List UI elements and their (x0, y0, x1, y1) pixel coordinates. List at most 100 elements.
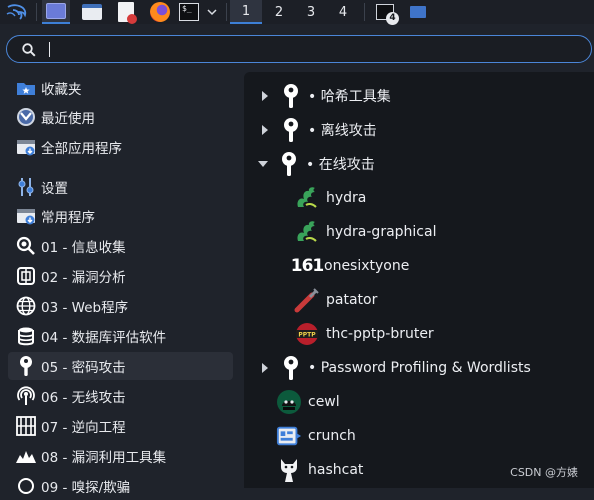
app-label: crunch (308, 428, 356, 444)
category-label: 全部应用程序 (41, 141, 122, 157)
category-label: 收藏夹 (41, 82, 82, 98)
panel-separator (226, 3, 227, 21)
app-hydra[interactable]: hydra (294, 183, 366, 213)
category-all-apps[interactable]: 全部应用程序 (8, 133, 233, 161)
sniff-icon (13, 475, 39, 497)
app-thc-pptp-bruter[interactable]: PPTP thc-pptp-bruter (294, 319, 434, 349)
terminal-icon: $_ (179, 3, 199, 21)
notification-badge: 4 (386, 12, 399, 25)
text-caret (49, 42, 50, 57)
workspace-2[interactable]: 2 (263, 0, 295, 24)
category-common-apps[interactable]: 常用程序 (8, 202, 233, 230)
app-label: onesixtyone (324, 258, 410, 274)
onesixtyone-icon: 161 (290, 256, 324, 276)
workspace-label: 3 (306, 4, 316, 20)
category-sniffing-spoofing[interactable]: 09 - 嗅探/欺骗 (8, 472, 233, 500)
all-apps-icon (13, 136, 39, 158)
workspace-4[interactable]: 4 (327, 0, 359, 24)
group-label: • 在线攻击 (306, 157, 375, 173)
collapse-arrow-icon[interactable] (258, 159, 268, 169)
category-exploitation-tools[interactable]: 08 - 漏洞利用工具集 (8, 442, 233, 470)
category-label: 05 - 密码攻击 (41, 360, 126, 376)
hashcat-icon (276, 456, 302, 484)
category-label: 02 - 漏洞分析 (41, 270, 126, 286)
key-icon (13, 355, 39, 377)
category-reverse-engineering[interactable]: 07 - 逆向工程 (8, 412, 233, 440)
panel-separator (36, 3, 37, 21)
text-editor-button[interactable] (112, 0, 140, 24)
key-icon (278, 116, 304, 144)
desktop-icon (46, 3, 66, 19)
category-label: 03 - Web程序 (41, 300, 129, 316)
category-label: 设置 (41, 181, 68, 197)
app-hashcat[interactable]: hashcat (276, 455, 363, 485)
app-hydra-graphical[interactable]: hydra-graphical (294, 217, 436, 247)
top-panel: $_ 1 2 3 4 4 (0, 0, 594, 25)
search-input[interactable] (43, 39, 573, 59)
group-offline-attacks[interactable]: • 离线攻击 (260, 115, 377, 145)
kali-menu-button[interactable] (2, 0, 32, 24)
pptp-icon: PPTP (294, 320, 320, 348)
app-label: patator (326, 292, 378, 308)
expand-arrow-icon[interactable] (260, 363, 270, 373)
hydra-icon (294, 184, 320, 212)
kali-dragon-icon (6, 4, 27, 20)
category-label: 09 - 嗅探/欺骗 (41, 480, 131, 496)
search-icon (22, 43, 36, 57)
workspace-1[interactable]: 1 (230, 0, 262, 24)
workspace-label: 1 (241, 3, 251, 19)
group-password-profiling-wordlists[interactable]: • Password Profiling & Wordlists (260, 353, 531, 383)
expand-arrow-icon[interactable] (260, 91, 270, 101)
category-vulnerability-analysis[interactable]: 02 - 漏洞分析 (8, 262, 233, 290)
terminal-window-button[interactable]: 4 (370, 0, 400, 25)
app-cewl[interactable]: cewl (276, 387, 340, 417)
key-icon (278, 354, 304, 382)
group-label: • 哈希工具集 (308, 89, 391, 105)
crunch-icon (276, 422, 302, 450)
cewl-icon (276, 388, 302, 416)
file-manager-button[interactable] (78, 0, 106, 24)
panel-separator (364, 3, 365, 21)
category-wireless-attacks[interactable]: 06 - 无线攻击 (8, 382, 233, 410)
search-bar[interactable] (6, 35, 592, 63)
category-label: 01 - 信息收集 (41, 240, 126, 256)
terminal-dropdown-button[interactable] (202, 0, 222, 24)
firefox-icon (150, 2, 170, 22)
workspace-label: 2 (274, 4, 284, 20)
exploit-icon (13, 445, 39, 467)
firefox-button[interactable] (146, 0, 174, 24)
app-crunch[interactable]: crunch (276, 421, 356, 451)
wireless-icon (13, 385, 39, 407)
workspace-3[interactable]: 3 (295, 0, 327, 24)
category-label: 07 - 逆向工程 (41, 420, 126, 436)
category-label: 06 - 无线攻击 (41, 390, 126, 406)
app-label: hydra-graphical (326, 224, 437, 240)
category-database[interactable]: 04 - 数据库评估软件 (8, 322, 233, 350)
app-onesixtyone[interactable]: 161 onesixtyone (290, 251, 410, 281)
app-patator[interactable]: patator (294, 285, 377, 315)
folder-window-button[interactable] (406, 0, 430, 24)
group-hash-tools[interactable]: • 哈希工具集 (260, 81, 391, 111)
category-information-gathering[interactable]: 01 - 信息收集 (8, 232, 233, 260)
category-web-apps[interactable]: 03 - Web程序 (8, 292, 233, 320)
category-recent[interactable]: 最近使用 (8, 103, 233, 131)
key-icon (278, 82, 304, 110)
hydra-icon (294, 218, 320, 246)
category-favorites[interactable]: 收藏夹 (8, 74, 233, 102)
group-online-attacks[interactable]: • 在线攻击 (258, 149, 375, 179)
category-label: 常用程序 (41, 210, 95, 226)
category-password-attacks[interactable]: 05 - 密码攻击 (8, 352, 233, 380)
category-settings[interactable]: 设置 (8, 173, 233, 201)
terminal-button[interactable]: $_ (178, 0, 200, 24)
text-editor-icon (118, 2, 137, 24)
show-desktop-button[interactable] (42, 0, 70, 24)
star-folder-icon (13, 77, 39, 99)
key-icon (276, 150, 302, 178)
expand-arrow-icon[interactable] (260, 125, 270, 135)
folder-icon (410, 6, 426, 18)
app-list-panel: • 哈希工具集 • 离线攻击 • 在线攻击 hydra hydra-graphi… (244, 72, 594, 488)
file-manager-icon (82, 4, 102, 20)
patator-icon (294, 286, 320, 314)
recent-icon (13, 106, 39, 128)
app-label: thc-pptp-bruter (326, 326, 434, 342)
